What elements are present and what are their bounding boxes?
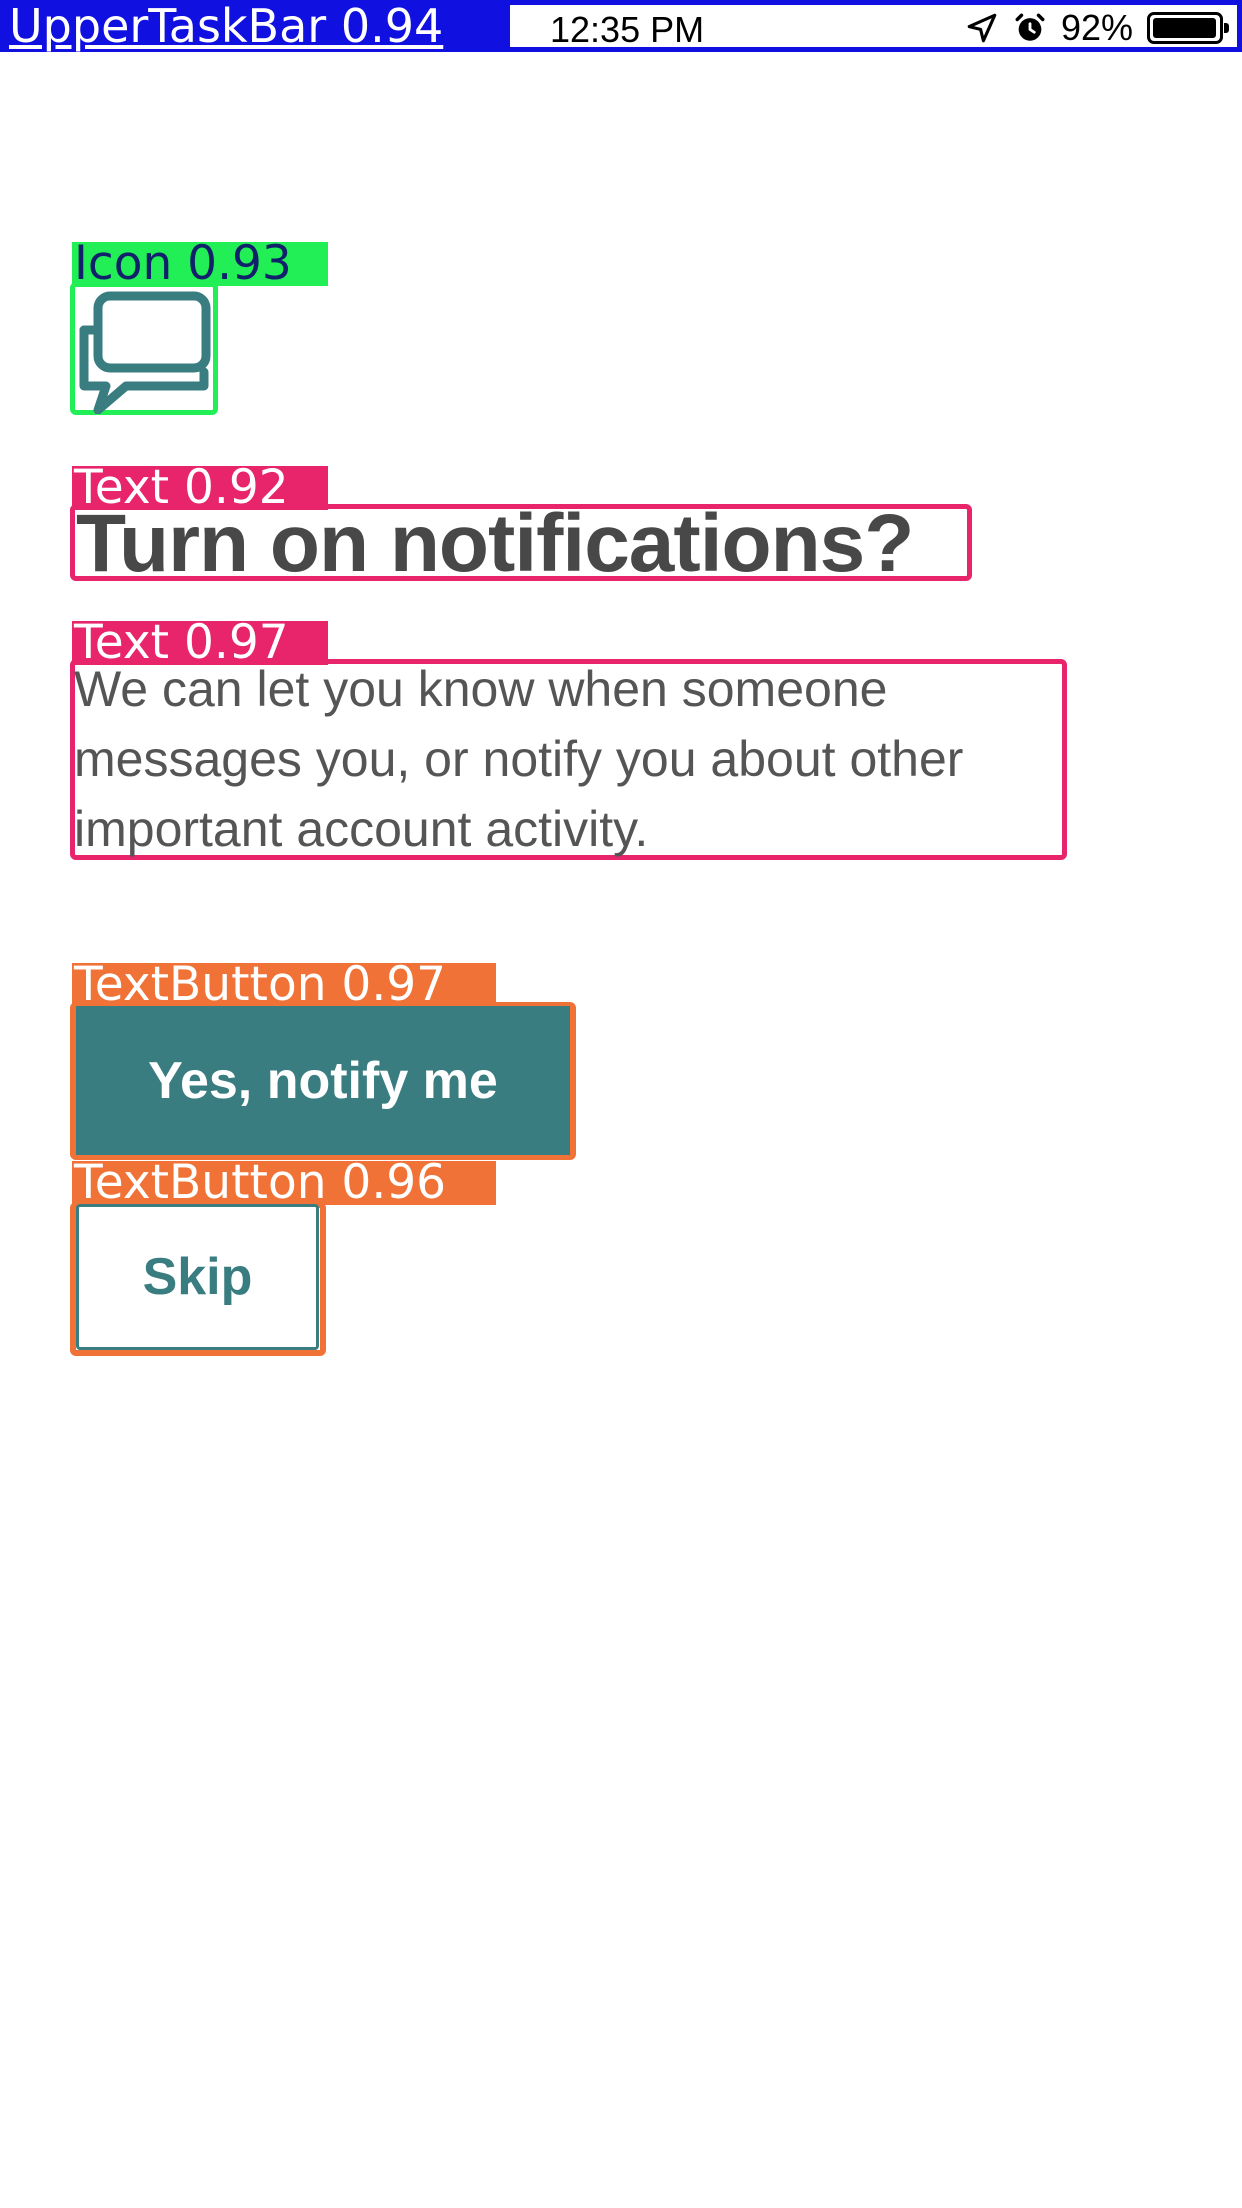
alarm-clock-icon [1013,11,1047,45]
location-arrow-icon [965,11,999,45]
battery-percent: 92% [1060,7,1133,48]
secondary-button-annotation-tag: TextButton 0.96 [72,1159,496,1206]
icon-annotation-tag: Icon 0.93 [72,240,328,287]
chat-bubble-icon [76,286,216,415]
status-bar-annotation-tag: UpperTaskBar 0.94 [5,3,510,49]
primary-button-annotation-tag: TextButton 0.97 [72,961,496,1008]
status-bar: UpperTaskBar 0.94 12:35 PM 92% [0,0,1242,52]
status-time: 12:35 PM [550,9,705,50]
battery-icon [1147,12,1229,44]
notification-permission-screen: UpperTaskBar 0.94 12:35 PM 92% Icon 0.93 [0,0,1242,2208]
status-right-group: 92% [965,7,1229,49]
yes-notify-me-button[interactable]: Yes, notify me [76,1006,570,1155]
skip-button[interactable]: Skip [76,1204,319,1350]
description-text: We can let you know when someone message… [74,661,964,857]
page-title: Turn on notifications? [76,498,914,589]
